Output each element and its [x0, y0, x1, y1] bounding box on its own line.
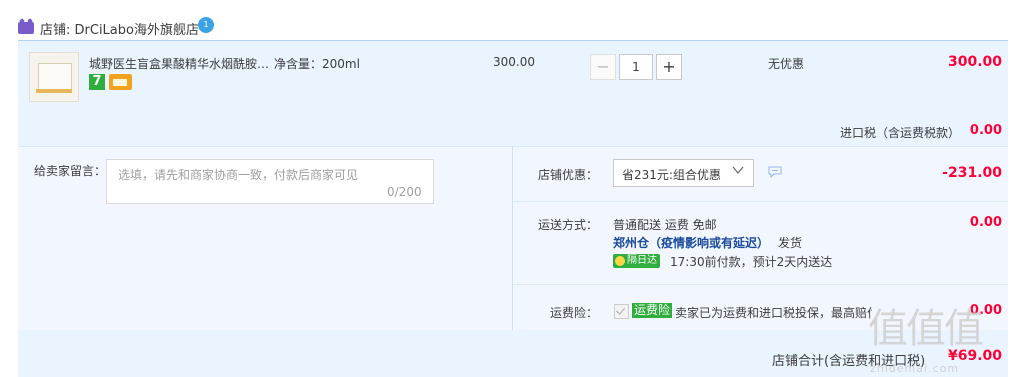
import-tax-value: 0.00 — [969, 123, 1002, 138]
divider — [513, 201, 1008, 202]
insurance-checkbox[interactable] — [614, 304, 629, 319]
character-counter: 0/200 — [387, 185, 422, 199]
shop-icon — [18, 22, 34, 34]
product-spec: 净含量：200ml — [274, 57, 360, 71]
divider — [513, 284, 1008, 285]
unit-price: 300.00 — [493, 55, 535, 69]
quantity-decrease-button[interactable]: − — [590, 54, 616, 80]
warehouse-name: 郑州仓（疫情影响或有延迟） — [613, 236, 770, 250]
shop-discount-value: -231.00 — [942, 165, 1002, 181]
product-thumbnail[interactable] — [29, 52, 79, 102]
divider — [18, 146, 1008, 147]
quantity-increase-button[interactable]: + — [656, 54, 682, 80]
insurance-tag: 运费险 — [632, 303, 673, 318]
seller-message-label: 给卖家留言： — [34, 164, 107, 178]
item-promotion: 无优惠 — [768, 57, 805, 71]
shop-name[interactable]: 店铺: DrCiLabo海外旗舰店 — [40, 19, 199, 38]
shop-discount-selected[interactable]: 省231元:组合优惠 — [622, 166, 721, 183]
item-subtotal: 300.00 — [947, 54, 1002, 70]
seller-message-placeholder: 选填，请先和商家协商一致，付款后商家可见 — [118, 168, 359, 182]
watermark-logo: 值值值 — [868, 306, 984, 352]
quantity-input[interactable]: 1 — [619, 54, 653, 80]
chevron-down-icon[interactable] — [731, 163, 745, 177]
next-day-badge: 隔日达 — [613, 254, 660, 268]
shipping-method-label: 运送方式： — [538, 218, 599, 232]
dispatch-text: 发货 — [778, 236, 803, 250]
comment-icon[interactable] — [768, 166, 782, 178]
credit-card-icon — [109, 74, 132, 90]
shipping-method: 普通配送 运费 免邮 — [613, 218, 717, 232]
divider — [512, 146, 513, 330]
insurance-description: 卖家已为运费和进口税投保，最高赔付30元 — [675, 306, 872, 320]
shop-discount-label: 店铺优惠： — [538, 168, 599, 182]
lightning-icon — [615, 256, 625, 266]
shipping-insurance-label: 运费险： — [550, 306, 599, 320]
seven-day-return-icon: 7 — [89, 74, 105, 90]
delivery-eta: 17:30前付款，预计2天内送达 — [670, 255, 833, 269]
watermark-text: zhidemai.com — [870, 362, 960, 375]
wangwang-chat-icon[interactable]: 1 — [198, 17, 214, 33]
shipping-fee-value: 0.00 — [969, 215, 1002, 230]
import-tax-label: 进口税（含运费税款） — [839, 126, 960, 140]
product-title[interactable]: 城野医生盲盒果酸精华水烟酰胺… — [89, 55, 271, 72]
